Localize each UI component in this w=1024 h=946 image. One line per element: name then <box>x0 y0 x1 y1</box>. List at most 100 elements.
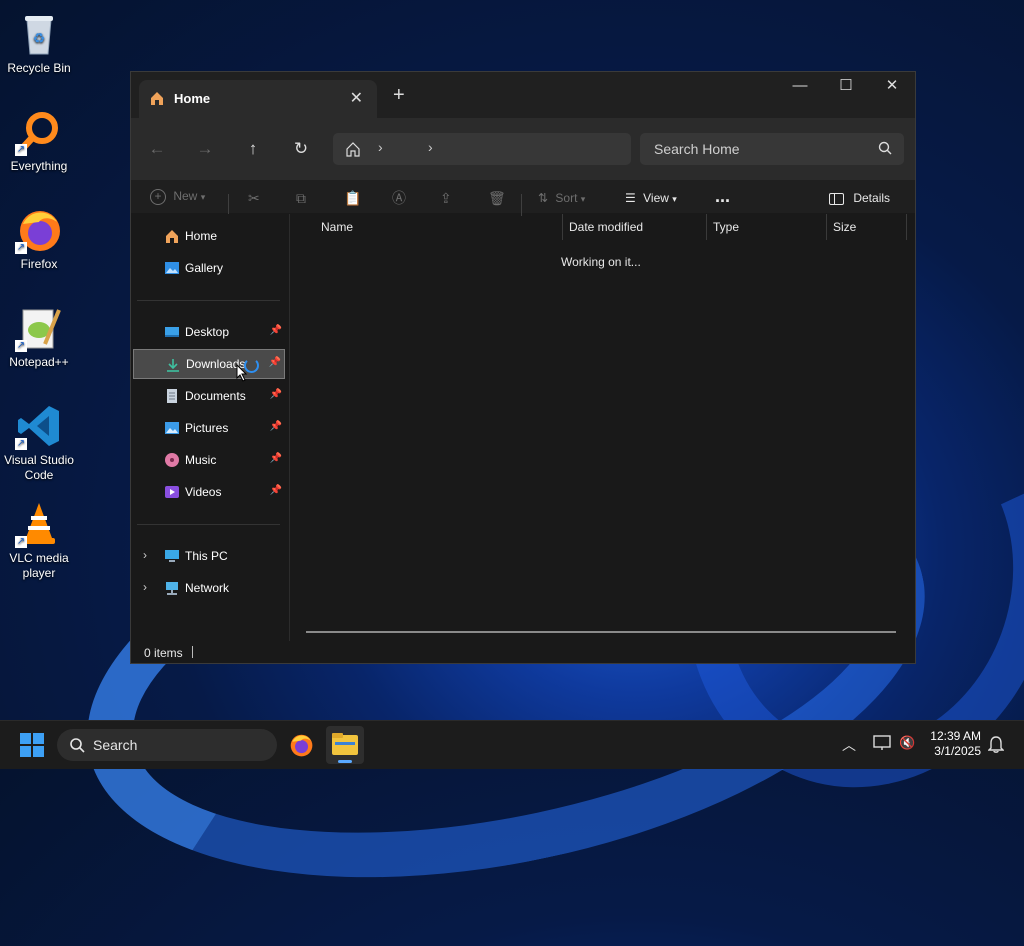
desktop-icon-firefox[interactable]: ↗ Firefox <box>0 200 78 272</box>
column-divider[interactable] <box>906 214 907 240</box>
sort-button[interactable]: ⇅ Sort ▾ <box>538 188 585 208</box>
address-bar[interactable]: › › <box>333 133 631 165</box>
sidebar-item-network[interactable]: › Network <box>133 573 285 603</box>
navigation-bar: ← → ↑ ↻ › › Search Home <box>131 118 915 180</box>
close-window-button[interactable]: ✕ <box>869 72 915 102</box>
chevron-down-icon: ▾ <box>200 192 206 202</box>
notifications-bell-icon[interactable] <box>987 735 1005 758</box>
sidebar-item-pictures[interactable]: Pictures 📌 <box>133 413 285 443</box>
new-icon: + <box>150 189 166 205</box>
column-header-size[interactable]: Size <box>833 214 903 240</box>
sidebar-item-documents[interactable]: Documents 📌 <box>133 381 285 411</box>
command-bar: + New ▾ ✂ ⧉ 📋 Ⓐ ⇪ 🗑 ⇅ Sort ▾ ☰ View ▾ ..… <box>131 180 915 216</box>
back-arrow-icon[interactable]: ← <box>142 134 172 164</box>
firefox-icon: ↗ <box>15 206 63 254</box>
details-pane-button[interactable]: Details <box>829 188 890 208</box>
minimize-button[interactable]: — <box>777 72 823 102</box>
show-hidden-icons-chevron-icon[interactable]: ︿ <box>842 735 856 755</box>
home-icon <box>164 228 180 244</box>
sort-icon: ⇅ <box>538 191 549 205</box>
taskbar: Search ︿ 🔇 12:39 AM 3/1/2025 <box>0 720 1024 769</box>
chevron-right-icon[interactable]: › <box>143 548 147 562</box>
desktop-icon-everything[interactable]: ↗ Everything <box>0 102 78 174</box>
taskbar-search-label: Search <box>93 737 138 753</box>
desktop-icon-recycle-bin[interactable]: ♻ Recycle Bin <box>0 4 78 76</box>
forward-arrow-icon[interactable]: → <box>190 134 220 164</box>
network-status-icon[interactable] <box>873 735 891 756</box>
paste-icon[interactable]: 📋 <box>344 188 361 208</box>
clock[interactable]: 12:39 AM 3/1/2025 <box>930 729 981 759</box>
tab-home[interactable]: Home ✕ <box>139 80 377 118</box>
close-tab-icon[interactable]: ✕ <box>350 88 363 108</box>
column-header-name[interactable]: Name <box>321 214 561 240</box>
desktop-icon-vscode[interactable]: ↗ Visual Studio Code <box>0 396 78 483</box>
start-button[interactable] <box>20 733 44 762</box>
rename-icon[interactable]: Ⓐ <box>392 188 406 208</box>
pin-icon[interactable]: 📌 <box>270 485 282 496</box>
pin-icon[interactable]: 📌 <box>270 453 282 464</box>
everything-search-icon: ↗ <box>15 108 63 156</box>
desktop-icon-notepad-plus-plus[interactable]: ↗ Notepad++ <box>0 298 78 370</box>
search-icon <box>878 141 892 160</box>
shortcut-arrow-icon: ↗ <box>15 536 27 548</box>
column-divider[interactable] <box>562 214 563 240</box>
sidebar-item-videos[interactable]: Videos 📌 <box>133 477 285 507</box>
copy-icon[interactable]: ⧉ <box>296 188 306 208</box>
column-divider[interactable] <box>826 214 827 240</box>
sidebar-item-home[interactable]: Home <box>133 221 285 251</box>
sidebar-item-label: Home <box>185 229 218 243</box>
sidebar-divider <box>137 524 280 525</box>
loading-message: Working on it... <box>561 255 641 269</box>
sidebar-item-gallery[interactable]: Gallery <box>133 253 285 283</box>
pin-icon[interactable]: 📌 <box>270 421 282 432</box>
status-divider <box>192 646 193 658</box>
vscode-icon: ↗ <box>15 402 63 450</box>
maximize-button[interactable]: ☐ <box>823 72 869 102</box>
delete-icon[interactable]: 🗑 <box>488 188 506 208</box>
new-tab-icon[interactable]: + <box>393 85 405 105</box>
notepad-plus-plus-icon: ↗ <box>15 304 63 352</box>
sidebar-item-this-pc[interactable]: › This PC <box>133 541 285 571</box>
clock-time: 12:39 AM <box>930 729 981 743</box>
breadcrumb-chevron-icon[interactable]: › <box>428 139 433 155</box>
shortcut-arrow-icon: ↗ <box>15 242 27 254</box>
shortcut-arrow-icon: ↗ <box>15 340 27 352</box>
sidebar-item-label: Desktop <box>185 325 230 339</box>
view-button[interactable]: ☰ View ▾ <box>625 188 677 208</box>
sidebar-item-downloads[interactable]: Downloads 📌 <box>133 349 285 382</box>
sidebar-item-music[interactable]: Music 📌 <box>133 445 285 475</box>
taskbar-search-box[interactable]: Search <box>57 729 277 761</box>
pin-icon[interactable]: 📌 <box>270 325 282 336</box>
cut-icon[interactable]: ✂ <box>248 188 260 208</box>
sidebar-item-label: Pictures <box>185 421 229 435</box>
more-options-button[interactable]: ... <box>715 187 730 208</box>
download-icon <box>165 357 181 373</box>
pictures-icon <box>164 420 180 436</box>
share-icon[interactable]: ⇪ <box>440 188 452 208</box>
column-header-date-modified[interactable]: Date modified <box>569 214 704 240</box>
refresh-icon[interactable]: ↻ <box>286 134 316 164</box>
chevron-right-icon[interactable]: › <box>143 580 147 594</box>
desktop-icon-vlc[interactable]: ↗ VLC media player <box>0 494 78 581</box>
column-header-type[interactable]: Type <box>713 214 823 240</box>
horizontal-scrollbar[interactable] <box>306 631 896 633</box>
shortcut-arrow-icon: ↗ <box>15 438 27 450</box>
breadcrumb-chevron-icon[interactable]: › <box>378 139 383 155</box>
search-placeholder: Search Home <box>654 141 740 157</box>
search-box[interactable]: Search Home <box>640 133 904 165</box>
volume-muted-icon[interactable]: 🔇 <box>899 735 915 751</box>
music-icon <box>164 452 180 468</box>
desktop-icon-label: Notepad++ <box>9 355 69 369</box>
firefox-icon <box>290 734 313 757</box>
column-divider[interactable] <box>706 214 707 240</box>
home-icon <box>149 90 165 111</box>
desktop-icon-label: Visual Studio Code <box>4 453 74 482</box>
address-home-icon <box>345 141 361 162</box>
pin-icon[interactable]: 📌 <box>270 389 282 400</box>
taskbar-file-explorer-button[interactable] <box>326 726 364 764</box>
sidebar-item-desktop[interactable]: Desktop 📌 <box>133 317 285 347</box>
taskbar-firefox-button[interactable] <box>288 732 314 763</box>
file-list-pane: Name Date modified Type Size Working on … <box>290 214 915 641</box>
pin-icon[interactable]: 📌 <box>269 357 281 368</box>
up-arrow-icon[interactable]: ↑ <box>238 134 268 164</box>
